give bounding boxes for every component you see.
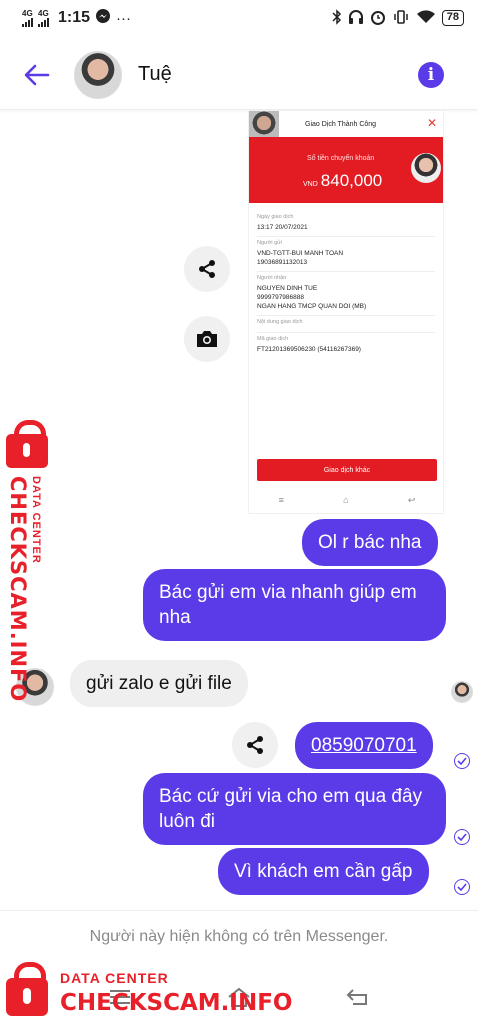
field-label: Ngày giao dịch	[257, 214, 294, 220]
message-bubble-outgoing[interactable]: 0859070701	[295, 722, 433, 769]
signal-1-label: 4G	[22, 8, 33, 18]
back-icon: ↩	[407, 495, 416, 505]
receipt-field: Mã giao dịch FT21201369506230 (541162673…	[257, 333, 435, 358]
message-bubble-outgoing[interactable]: Vì khách em cần gấp	[218, 848, 429, 895]
lock-icon	[6, 420, 48, 468]
receipt-other-transaction-button: Giao dịch khác	[257, 459, 437, 481]
camera-icon	[197, 331, 217, 347]
unavailable-notice: Người này hiện không có trên Messenger.	[89, 928, 389, 945]
signal-2-label: 4G	[38, 8, 49, 18]
watermark-main: CHECKSCAM.INFO	[6, 476, 30, 703]
message-bubble-outgoing[interactable]: Bác gửi em via nhanh giúp em nha	[143, 569, 446, 641]
receipt-field: Người gửi VND-TGTT-BUI MANH TOAN 1903689…	[257, 237, 435, 272]
field-label: Người nhận	[257, 275, 287, 281]
watermark-vertical-text: CHECKSCAM.INFO DATA CENTER	[2, 476, 52, 702]
watermark-sub: DATA CENTER	[60, 970, 169, 986]
info-icon: i	[427, 64, 435, 85]
lock-icon	[6, 962, 48, 1016]
menu-icon: ≡	[278, 495, 284, 505]
receipt-nav: ≡ ⌂ ↩	[249, 495, 443, 506]
sent-check-icon	[454, 829, 470, 845]
share-icon	[247, 736, 263, 754]
watermark-bottom: DATA CENTER CHECKSCAM.INFO	[6, 960, 306, 1020]
field-value: FT21201369506230 (54116267369)	[257, 346, 361, 353]
signal-1-icon: 4G	[22, 8, 33, 27]
receipt-top-bar: Giao Dịch Thành Công ✕	[249, 111, 443, 141]
signal-2-icon: 4G	[38, 8, 49, 27]
home-icon: ⌂	[343, 495, 349, 505]
share-image-button[interactable]	[184, 246, 230, 292]
battery-indicator: 78	[441, 10, 464, 26]
sent-check-icon	[454, 879, 470, 895]
status-right: 78	[332, 8, 464, 28]
receipt-field: Ngày giao dịch 13:17 20/07/2021	[257, 211, 435, 237]
watermark-main: CHECKSCAM.INFO	[60, 990, 293, 1016]
field-value: 13:17 20/07/2021	[257, 224, 308, 231]
contact-avatar[interactable]	[74, 50, 122, 99]
field-label: Mã giao dịch	[257, 336, 289, 342]
status-left: 4G 4G 1:15 ···	[22, 8, 131, 28]
messenger-icon	[95, 8, 111, 28]
receipt-amount-panel: Số tiền chuyển khoản VND 840,000	[249, 137, 443, 203]
field-value: NGUYEN DINH TUE 9999797986888 NGAN HANG …	[257, 285, 367, 310]
read-receipt-avatar	[451, 681, 473, 703]
back-icon	[346, 989, 368, 1005]
receipt-field: Người nhận NGUYEN DINH TUE 9999797986888…	[257, 272, 435, 316]
receipt-title: Giao Dịch Thành Công	[305, 120, 377, 128]
headphones-icon	[348, 9, 364, 28]
back-nav-button[interactable]	[343, 982, 373, 1012]
footer-divider	[0, 910, 478, 911]
field-label: Người gửi	[257, 240, 283, 246]
watermark-sub: DATA CENTER	[30, 476, 42, 564]
amount-label: Số tiền chuyển khoản	[307, 155, 375, 162]
info-button[interactable]: i	[418, 61, 444, 88]
close-icon: ✕	[426, 116, 437, 130]
conversation-header: Tuệ i	[0, 40, 478, 110]
contact-name[interactable]: Tuệ	[138, 63, 172, 86]
receipt-details: Ngày giao dịch 13:17 20/07/2021 Người gử…	[249, 203, 443, 358]
share-message-button[interactable]	[232, 722, 278, 768]
field-label: Nội dung giao dịch	[257, 319, 303, 325]
alarm-icon	[370, 9, 386, 28]
back-button[interactable]	[22, 60, 52, 90]
sent-check-icon	[454, 753, 470, 769]
message-bubble-incoming[interactable]: gửi zalo e gửi file	[70, 660, 248, 707]
transfer-receipt-image[interactable]: Giao Dịch Thành Công ✕ Số tiền chuyển kh…	[248, 110, 444, 514]
currency-label: VND	[303, 181, 318, 188]
receipt-face-image	[411, 153, 441, 183]
more-indicator: ···	[116, 9, 132, 27]
vibrate-icon	[392, 9, 410, 28]
arrow-left-icon	[24, 64, 50, 85]
message-bubble-outgoing[interactable]: Ol r bác nha	[302, 519, 438, 566]
camera-button[interactable]	[184, 316, 230, 362]
message-bubble-outgoing[interactable]: Bác cứ gửi via cho em qua đây luôn đi	[143, 773, 446, 845]
status-time: 1:15	[58, 9, 91, 26]
bluetooth-icon	[332, 8, 342, 28]
field-value: VND-TGTT-BUI MANH TOAN 19036891132013	[257, 250, 344, 266]
watermark-vertical: CHECKSCAM.INFO DATA CENTER	[2, 420, 52, 702]
amount-value: VND 840,000	[303, 171, 382, 191]
phone-number-link[interactable]: 0859070701	[311, 735, 417, 756]
receipt-field: Nội dung giao dịch	[257, 316, 435, 333]
status-bar: 4G 4G 1:15 ··· 78	[0, 0, 478, 36]
wifi-icon	[416, 9, 436, 28]
share-icon	[199, 260, 215, 278]
amount-number: 840,000	[320, 171, 383, 190]
